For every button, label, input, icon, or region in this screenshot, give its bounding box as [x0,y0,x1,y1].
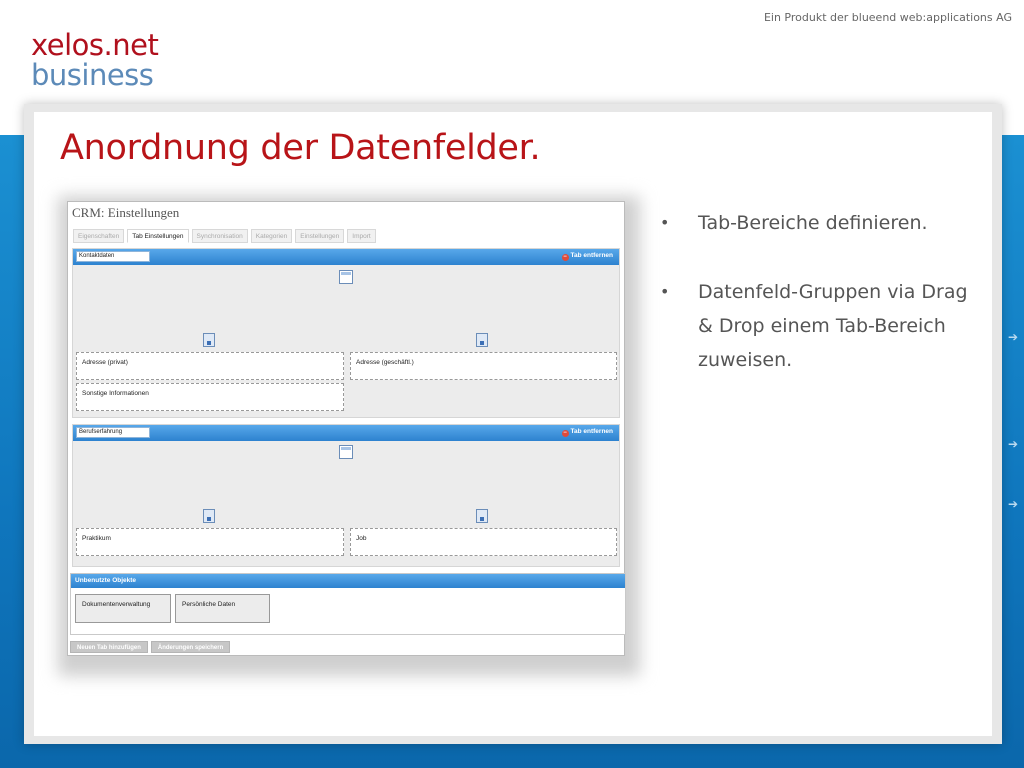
unused-objects-title: Unbenutzte Objekte [71,574,625,588]
bullet-icon: • [660,282,670,301]
unused-item[interactable]: Persönliche Daten [175,594,270,623]
tab-section-berufserfahrung: Berufserfahrung − Tab entfernen Praktikum… [72,424,620,567]
tab-synchronisation[interactable]: Synchronisation [191,229,248,243]
brand-credit: Ein Produkt der blueend web:applications… [763,11,1012,24]
unused-objects-panel: Unbenutzte Objekte Dokumentenverwaltung … [70,573,626,635]
column-icon[interactable] [476,333,488,347]
arrow-icon: ➔ [1007,330,1018,344]
column-icon[interactable] [203,509,215,523]
tab-bar: Eigenschaften Tab Einstellungen Synchron… [73,229,376,243]
tab-einstellungen[interactable]: Einstellungen [295,229,345,243]
bullet-item: • Datenfeld-Gruppen via Drag & Drop eine… [660,275,980,377]
unused-item[interactable]: Dokumentenverwaltung [75,594,171,623]
column-icon[interactable] [203,333,215,347]
field-group[interactable]: Job [350,528,617,556]
logo-line1: xelos.net [31,28,159,62]
bullet-list: • Tab-Bereiche definieren. • Datenfeld-G… [660,206,980,412]
tab-eigenschaften[interactable]: Eigenschaften [73,229,125,243]
bullet-text: Tab-Bereiche definieren. [698,212,928,234]
logo-line2: business [31,58,154,92]
footer-buttons: Neuen Tab hinzufügen Änderungen speicher… [70,641,231,653]
arrow-icon: ➔ [1007,437,1018,451]
layout-icon[interactable] [339,445,353,459]
arrow-icon: ➔ [1007,497,1018,511]
bullet-item: • Tab-Bereiche definieren. [660,206,980,240]
field-group[interactable]: Sonstige Informationen [76,383,344,411]
field-group[interactable]: Praktikum [76,528,344,556]
tab-section-kontaktdaten: Kontaktdaten − Tab entfernen Adresse (pri… [72,248,620,418]
layout-icon[interactable] [339,270,353,284]
section-header: Kontaktdaten − Tab entfernen [73,249,619,265]
tab-kategorien[interactable]: Kategorien [250,229,293,243]
section-name-input[interactable]: Berufserfahrung [76,427,150,438]
bullet-icon: • [660,213,670,232]
remove-tab-label: Tab entfernen [570,252,614,259]
field-group[interactable]: Adresse (privat) [76,352,344,380]
save-changes-button[interactable]: Änderungen speichern [150,641,231,653]
remove-tab-button[interactable]: − Tab entfernen [561,252,614,261]
remove-tab-label: Tab entfernen [570,428,614,435]
app-title: CRM: Einstellungen [72,205,180,220]
section-name-input[interactable]: Kontaktdaten [76,251,150,262]
field-group[interactable]: Adresse (geschäftl.) [350,352,617,380]
add-tab-button[interactable]: Neuen Tab hinzufügen [70,641,148,653]
logo: xelos.net business [31,28,159,92]
remove-icon: − [561,430,569,437]
remove-tab-button[interactable]: − Tab entfernen [561,428,614,437]
crm-settings-window: CRM: Einstellungen Eigenschaften Tab Ein… [67,201,626,656]
column-icon[interactable] [476,509,488,523]
remove-icon: − [561,254,569,261]
section-header: Berufserfahrung − Tab entfernen [73,425,619,441]
slide-title: Anordnung der Datenfelder. [60,128,541,168]
tab-import[interactable]: Import [347,229,376,243]
tab-tab-einstellungen[interactable]: Tab Einstellungen [127,229,189,243]
bullet-text: Datenfeld-Gruppen via Drag & Drop einem … [698,281,968,371]
